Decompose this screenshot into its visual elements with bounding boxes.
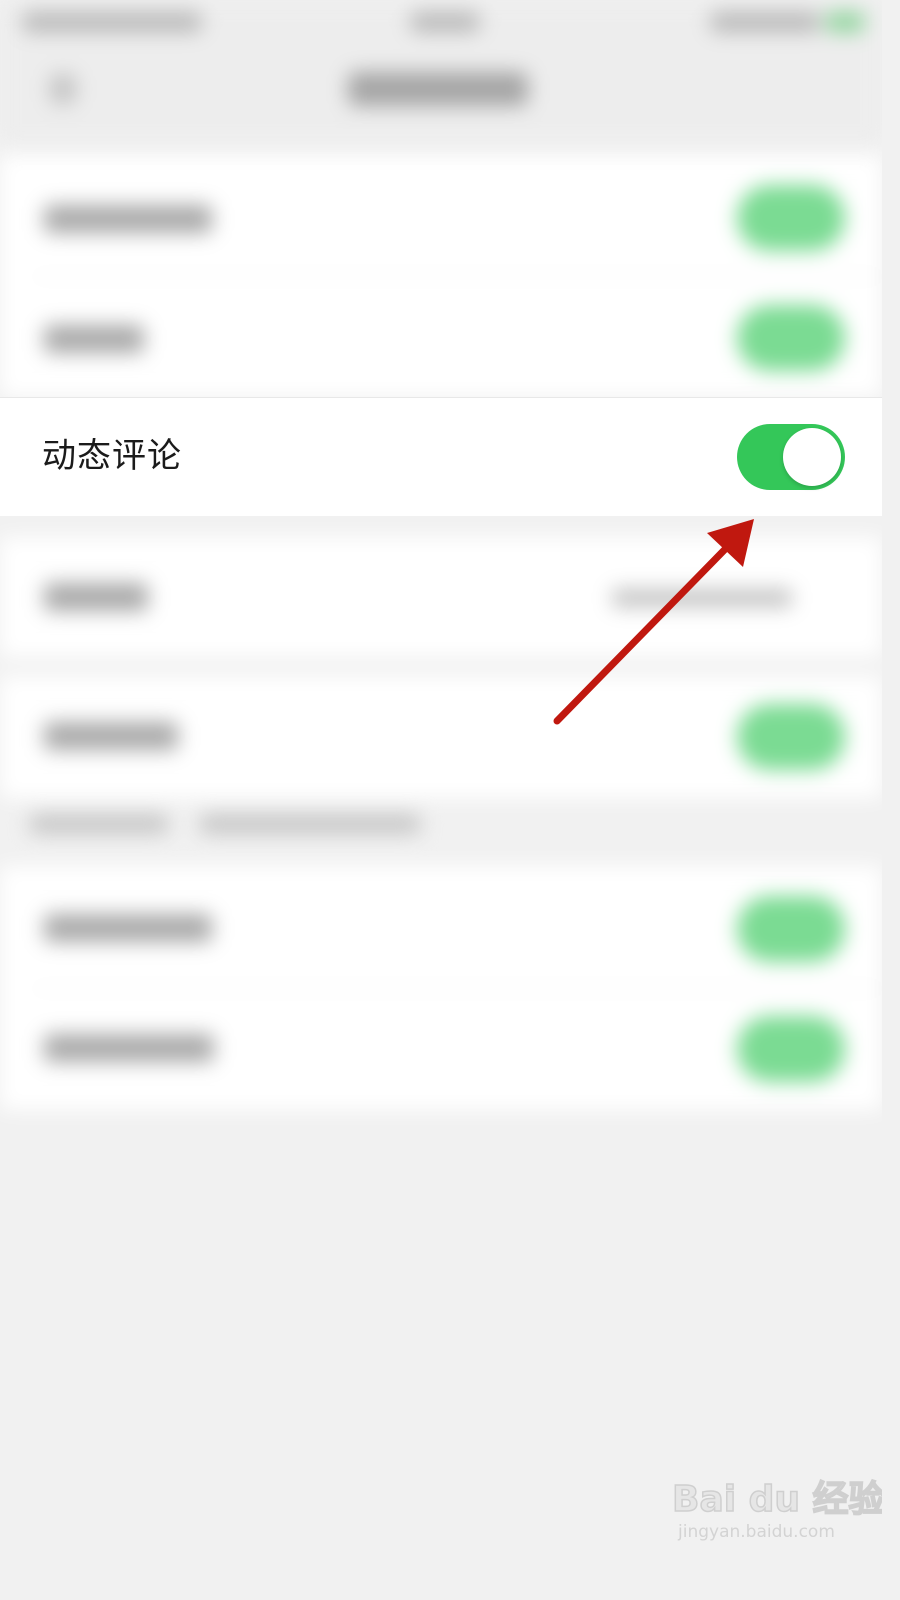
nav-bar <box>0 50 882 146</box>
settings-card-3 <box>0 676 882 798</box>
section-caption-blob <box>30 815 168 833</box>
phone-screen: 动态评论 Bai du 经验 jingyan.baidu.com <box>0 0 882 1568</box>
blurred-background <box>0 0 882 1568</box>
watermark-url: jingyan.baidu.com <box>678 1522 835 1542</box>
dynamic-comments-row[interactable]: 动态评论 <box>0 397 882 516</box>
settings-card-4 <box>0 866 882 1110</box>
baidu-jingyan-watermark: Bai du 经验 jingyan.baidu.com <box>671 1470 882 1554</box>
dynamic-comments-label: 动态评论 <box>42 436 182 476</box>
settings-card-top <box>0 155 882 397</box>
watermark-logo: Bai du 经验 <box>671 1478 882 1521</box>
toggle-knob <box>783 428 841 486</box>
settings-card-2 <box>0 537 882 657</box>
dynamic-comments-toggle[interactable] <box>737 424 845 490</box>
status-bar <box>0 0 882 50</box>
